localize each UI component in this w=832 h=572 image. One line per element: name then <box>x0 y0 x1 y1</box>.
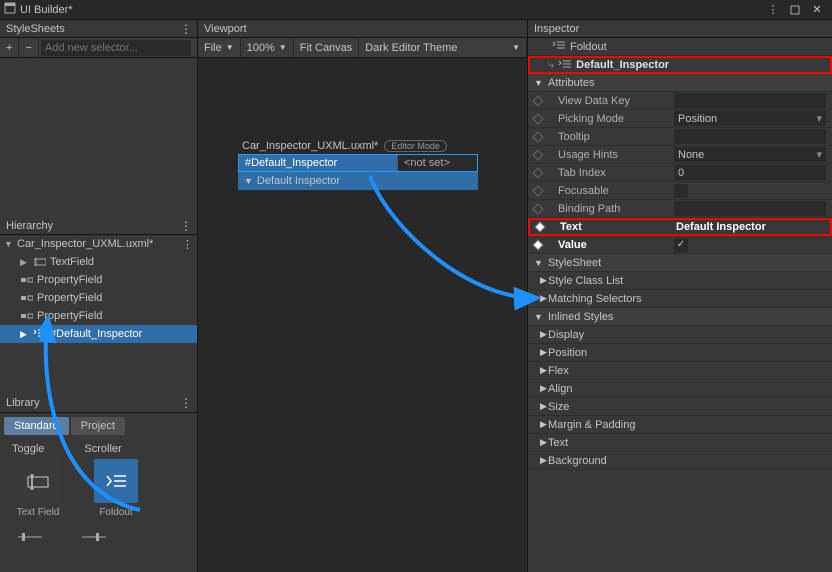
inspector-header: Inspector <box>528 20 832 38</box>
expand-icon[interactable]: ▼ <box>244 176 253 186</box>
kebab-icon[interactable]: ⋮ <box>180 22 191 36</box>
tab-standard[interactable]: Standard <box>4 417 69 435</box>
attr-binding-path: Binding Path <box>528 200 832 218</box>
foldout-icon <box>94 459 138 503</box>
lib-column-label: Toggle <box>12 443 44 455</box>
foldout-element[interactable]: ▼ Default Inspector <box>238 172 478 190</box>
library-header: Library ⋮ <box>0 395 197 413</box>
viewport-header: Viewport <box>198 20 527 38</box>
kebab-icon[interactable]: ⋮ <box>766 3 780 17</box>
section-stylesheet[interactable]: StyleSheet <box>528 254 832 272</box>
inspector-panel: Foldout ⤷ Default_Inspector Attributes V… <box>528 38 832 572</box>
maximize-icon[interactable] <box>788 3 802 17</box>
section-size[interactable]: Size <box>528 398 832 416</box>
propertyfield-icon <box>20 309 34 323</box>
hierarchy-item[interactable]: PropertyField <box>0 271 197 289</box>
foldout-icon <box>558 58 572 73</box>
kebab-icon[interactable]: ⋮ <box>180 396 191 410</box>
window-titlebar: UI Builder* ⋮ ✕ <box>0 0 832 20</box>
lib-column-label: Scroller <box>84 443 121 455</box>
view-data-key-input[interactable] <box>674 93 826 108</box>
window-title: UI Builder* <box>20 4 73 16</box>
attr-focusable: Focusable <box>528 182 832 200</box>
attr-value: Value <box>528 236 832 254</box>
propertyfield-icon <box>20 291 34 305</box>
expand-icon[interactable] <box>20 329 30 340</box>
slider-icon[interactable] <box>82 530 106 547</box>
section-flex[interactable]: Flex <box>528 362 832 380</box>
propertyfield-icon <box>20 273 34 287</box>
library-item-textfield[interactable]: Text Field <box>8 459 68 518</box>
value-checkbox[interactable] <box>674 238 688 252</box>
tooltip-input[interactable] <box>674 129 826 144</box>
theme-dropdown[interactable]: Dark Editor Theme▼ <box>359 38 527 58</box>
attr-usage-hints: Usage Hints None <box>528 146 832 164</box>
zoom-dropdown[interactable]: 100%▼ <box>241 38 294 58</box>
remove-button[interactable]: − <box>19 38 38 58</box>
kebab-icon[interactable]: ⋮ <box>182 238 197 251</box>
hierarchy-item[interactable]: TextField <box>0 253 197 271</box>
hierarchy-header: Hierarchy ⋮ <box>0 217 197 235</box>
section-inlined-styles[interactable]: Inlined Styles <box>528 308 832 326</box>
usage-hints-dropdown[interactable]: None <box>674 147 826 162</box>
tab-index-input[interactable] <box>674 165 826 180</box>
hierarchy-item[interactable]: PropertyField <box>0 307 197 325</box>
file-menu[interactable]: File▼ <box>198 38 241 58</box>
binding-path-input[interactable] <box>674 201 826 216</box>
section-text[interactable]: Text <box>528 434 832 452</box>
section-style-class-list[interactable]: Style Class List <box>528 272 832 290</box>
expand-icon[interactable] <box>4 239 14 249</box>
viewport-canvas[interactable]: Car_Inspector_UXML.uxml* Editor Mode #De… <box>198 58 527 572</box>
library-panel: Standard Project Toggle Scroller Text Fi… <box>0 413 197 572</box>
app-icon <box>4 2 16 17</box>
text-value[interactable]: Default Inspector <box>676 221 824 233</box>
textfield-icon <box>16 459 60 503</box>
section-margin-padding[interactable]: Margin & Padding <box>528 416 832 434</box>
section-align[interactable]: Align <box>528 380 832 398</box>
attr-picking-mode: Picking Mode Position <box>528 110 832 128</box>
library-item-foldout[interactable]: Foldout <box>86 459 146 518</box>
attr-text: Text Default Inspector <box>528 218 832 236</box>
breadcrumb-parent[interactable]: Foldout <box>528 38 832 56</box>
kebab-icon[interactable]: ⋮ <box>180 219 191 233</box>
section-matching-selectors[interactable]: Matching Selectors <box>528 290 832 308</box>
focusable-checkbox[interactable] <box>674 184 688 198</box>
fit-canvas-button[interactable]: Fit Canvas <box>294 38 360 58</box>
foldout-icon <box>33 327 47 342</box>
foldout-icon <box>552 39 566 54</box>
hierarchy-item[interactable]: PropertyField <box>0 289 197 307</box>
attr-view-data-key: View Data Key <box>528 92 832 110</box>
hierarchy-item-default-inspector[interactable]: #Default_Inspector <box>0 325 197 343</box>
section-position[interactable]: Position <box>528 344 832 362</box>
hierarchy-panel[interactable]: Car_Inspector_UXML.uxml* ⋮ TextField Pro… <box>0 235 197 394</box>
selector-input[interactable] <box>41 40 191 56</box>
section-display[interactable]: Display <box>528 326 832 344</box>
attr-tab-index: Tab Index <box>528 164 832 182</box>
slider-icon[interactable] <box>18 530 42 547</box>
editor-mode-badge: Editor Mode <box>384 140 447 152</box>
stylesheets-header: StyleSheets ⋮ <box>0 20 197 38</box>
selector-field[interactable]: #Default_Inspector <not set> <box>238 154 478 172</box>
close-icon[interactable]: ✕ <box>810 3 824 17</box>
expand-icon[interactable] <box>20 257 30 268</box>
canvas-filename: Car_Inspector_UXML.uxml* <box>242 140 378 152</box>
tab-project[interactable]: Project <box>71 417 125 435</box>
add-button[interactable]: + <box>0 38 19 58</box>
textfield-icon <box>33 255 47 269</box>
breadcrumb-current[interactable]: ⤷ Default_Inspector <box>528 56 832 74</box>
expand-icon[interactable] <box>534 78 544 88</box>
attributes-section[interactable]: Attributes <box>528 74 832 92</box>
hierarchy-root[interactable]: Car_Inspector_UXML.uxml* ⋮ <box>0 235 197 253</box>
stylesheets-panel <box>0 58 197 217</box>
attr-tooltip: Tooltip <box>528 128 832 146</box>
picking-mode-dropdown[interactable]: Position <box>674 111 826 126</box>
section-background[interactable]: Background <box>528 452 832 470</box>
